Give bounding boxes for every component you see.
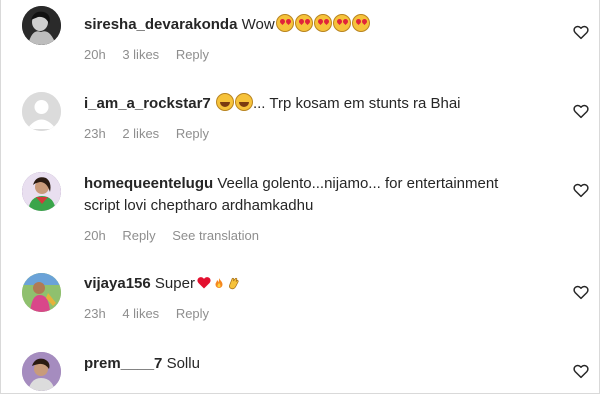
avatar[interactable]: [22, 352, 61, 391]
clapping-hands-emoji-icon: [228, 277, 239, 290]
comment-text: siresha_devarakonda Wow: [84, 14, 554, 36]
reply-button[interactable]: Reply: [176, 126, 209, 141]
red-heart-emoji-icon: [197, 277, 211, 289]
comment-time: 23h: [84, 126, 106, 141]
comment-username[interactable]: i_am_a_rockstar7: [84, 95, 211, 112]
comment-likes[interactable]: 3 likes: [122, 47, 159, 62]
avatar[interactable]: [22, 6, 61, 45]
comment-body: Super: [154, 275, 195, 292]
reply-button[interactable]: Reply: [176, 47, 209, 62]
comment-meta: 23h 2 likes Reply: [84, 126, 222, 142]
heart-outline-icon[interactable]: [572, 102, 590, 120]
heart-eyes-emoji-icon: [294, 14, 313, 32]
comment-likes[interactable]: 2 likes: [122, 126, 159, 141]
tears-of-joy-emoji-icon: [234, 93, 253, 111]
comment-username[interactable]: siresha_devarakonda: [84, 16, 237, 33]
comment-time: 20h: [84, 228, 106, 243]
tears-of-joy-emoji-icon: [215, 93, 234, 111]
comment-body: Sollu: [166, 355, 200, 372]
comment-body: ... Trp kosam em stunts ra Bhai: [252, 95, 461, 112]
heart-eyes-emoji-icon: [313, 14, 332, 32]
comment-meta: 20h 3 likes Reply: [84, 47, 222, 63]
comment-meta: 23h 4 likes Reply: [84, 306, 222, 322]
heart-outline-icon[interactable]: [572, 362, 590, 380]
avatar[interactable]: [22, 172, 61, 211]
heart-eyes-emoji-icon: [351, 14, 370, 32]
comment-username[interactable]: vijaya156: [84, 275, 151, 292]
heart-eyes-emoji-icon: [332, 14, 351, 32]
comment-meta: 20h Reply See translation: [84, 228, 272, 244]
comment-text: i_am_a_rockstar7 ... Trp kosam em stunts…: [84, 93, 554, 115]
see-translation-button[interactable]: See translation: [172, 228, 259, 243]
avatar[interactable]: [22, 273, 61, 312]
comment-text: homequeentelugu Veella golento...nijamo.…: [84, 173, 554, 217]
avatar[interactable]: [22, 92, 61, 131]
comment-likes[interactable]: 4 likes: [122, 306, 159, 321]
comments-panel: siresha_devarakonda Wow 20h 3 likes Repl…: [0, 0, 600, 394]
comment-text: vijaya156 Super: [84, 273, 554, 295]
comment-username[interactable]: prem____7: [84, 355, 162, 372]
comment-username[interactable]: homequeentelugu: [84, 175, 213, 192]
comment-body-line-2: script lovi cheptharo ardhamkadhu: [84, 197, 314, 214]
comment-body: Wow: [241, 16, 275, 33]
comment-body-line-1: Veella golento...nijamo... for entertain…: [217, 175, 499, 192]
heart-outline-icon[interactable]: [572, 283, 590, 301]
comment-time: 23h: [84, 306, 106, 321]
reply-button[interactable]: Reply: [176, 306, 209, 321]
reply-button[interactable]: Reply: [122, 228, 155, 243]
comment-text: prem____7 Sollu: [84, 353, 554, 375]
fire-emoji-icon: [215, 278, 223, 288]
comment-time: 20h: [84, 47, 106, 62]
heart-outline-icon[interactable]: [572, 181, 590, 199]
heart-outline-icon[interactable]: [572, 23, 590, 41]
heart-eyes-emoji-icon: [275, 14, 294, 32]
